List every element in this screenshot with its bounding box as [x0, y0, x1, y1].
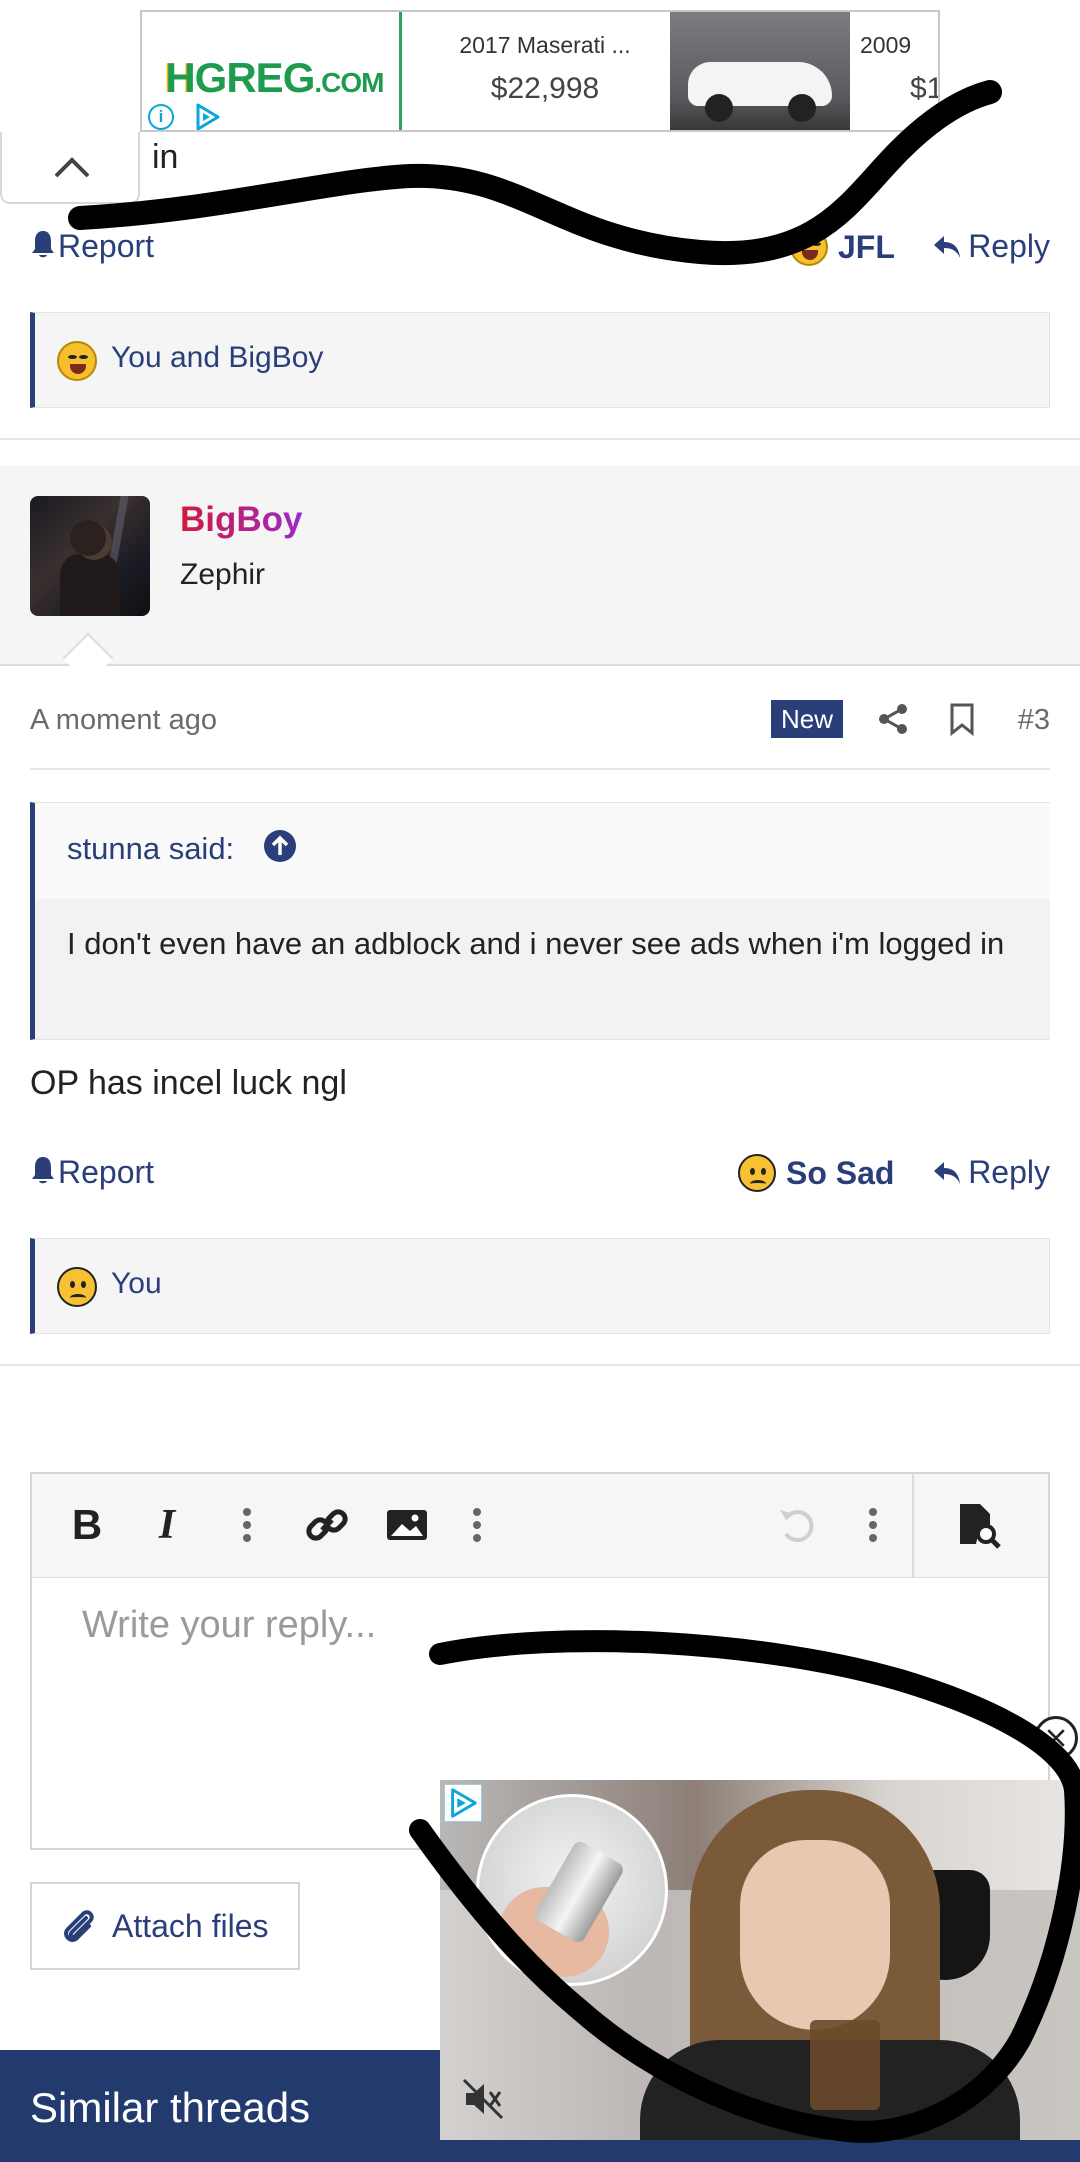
adchoices-icon[interactable]: [444, 1784, 482, 1822]
video-ad[interactable]: [440, 1780, 1080, 2140]
laughing-emoji-icon: [57, 341, 97, 381]
ad-card-title[interactable]: 2009: [860, 32, 938, 59]
sad-emoji-icon: [57, 1267, 97, 1307]
more-options-icon[interactable]: [222, 1500, 272, 1550]
post-divider: [0, 438, 1080, 440]
image-icon[interactable]: [382, 1500, 432, 1550]
link-icon[interactable]: [302, 1500, 352, 1550]
post-text-fragment: in: [152, 138, 179, 176]
reply-link[interactable]: Reply: [932, 228, 1050, 265]
report-link[interactable]: Report: [30, 1154, 154, 1191]
reply-textarea[interactable]: Write your reply...: [82, 1604, 376, 1647]
post-timestamp[interactable]: A moment ago: [30, 704, 217, 737]
ad-card-price: $1: [910, 72, 938, 105]
quote-author[interactable]: stunna said:: [67, 831, 234, 867]
post-divider: [0, 1364, 1080, 1366]
ad-car-image[interactable]: [670, 12, 850, 130]
reply-icon: [934, 1162, 961, 1184]
sad-emoji-icon: [738, 1154, 776, 1192]
post-body-text: OP has incel luck ngl: [30, 1064, 347, 1102]
attach-files-label: Attach files: [112, 1908, 269, 1944]
quote-block: stunna said: I don't even have an adbloc…: [30, 802, 1050, 1040]
reactions-summary-text: You and BigBoy: [111, 341, 324, 374]
quote-body: I don't even have an adblock and i never…: [35, 899, 1050, 1039]
username-link[interactable]: BigBoy: [180, 500, 303, 540]
video-person-face: [740, 1840, 890, 2030]
reply-link[interactable]: Reply: [932, 1154, 1050, 1191]
italic-button[interactable]: I: [142, 1500, 192, 1550]
ad-card-title: 2017 Maserati ...: [459, 32, 631, 58]
ad-logo-brand: HGREG: [165, 54, 315, 101]
ad-card[interactable]: 2017 Maserati ... $22,998: [420, 12, 670, 130]
bookmark-icon[interactable]: [948, 702, 976, 736]
reaction-label: JFL: [838, 229, 895, 265]
chevron-up-icon: [54, 157, 90, 178]
laughing-emoji-icon: [790, 228, 828, 266]
report-link[interactable]: Report: [30, 228, 154, 265]
ad-logo-panel[interactable]: HHGREG.COM: [142, 12, 402, 130]
report-label: Report: [58, 1154, 155, 1190]
bold-button[interactable]: B: [62, 1500, 112, 1550]
reactions-summary-bar[interactable]: You and BigBoy: [30, 312, 1050, 408]
attach-files-button[interactable]: Attach files: [30, 1882, 300, 1970]
undo-icon[interactable]: [772, 1500, 822, 1550]
jump-to-quote-icon[interactable]: [263, 829, 297, 863]
reaction-label: So Sad: [786, 1155, 895, 1191]
bell-icon: [32, 1157, 54, 1184]
editor-toolbar: B I: [32, 1474, 1048, 1578]
adchoices-icon[interactable]: [194, 102, 222, 132]
reply-label: Reply: [968, 228, 1050, 264]
reactions-summary-bar[interactable]: You: [30, 1238, 1050, 1334]
mute-icon[interactable]: [460, 2076, 506, 2122]
ad-card-price: $22,998: [490, 72, 600, 105]
report-label: Report: [58, 228, 155, 264]
post-number[interactable]: #3: [1018, 704, 1050, 737]
more-options-icon[interactable]: [452, 1500, 502, 1550]
avatar[interactable]: [30, 496, 150, 616]
quote-text: I don't even have an adblock and i never…: [67, 926, 1005, 961]
preview-icon[interactable]: [952, 1500, 1002, 1550]
reactions-summary-text: You: [111, 1267, 162, 1300]
more-options-icon[interactable]: [848, 1500, 898, 1550]
similar-threads-title: Similar threads: [30, 2084, 311, 2131]
video-glass: [810, 2020, 880, 2110]
car-wheel: [705, 94, 733, 122]
ad-info-icon[interactable]: i: [148, 104, 174, 130]
video-product-inset: [476, 1794, 668, 1986]
reaction-button[interactable]: JFL: [790, 228, 895, 266]
post-actions: Report So Sad Reply: [30, 1144, 1050, 1204]
car-wheel: [788, 94, 816, 122]
user-title: Zephir: [180, 558, 266, 591]
scroll-up-button[interactable]: [0, 132, 140, 204]
close-ad-icon[interactable]: [1034, 1716, 1078, 1760]
reaction-button[interactable]: So Sad: [738, 1154, 894, 1192]
bell-icon: [32, 231, 54, 258]
quote-header: stunna said:: [35, 803, 1050, 899]
top-ad-banner[interactable]: HHGREG.COM 2017 Maserati ... $22,998 200…: [140, 10, 940, 132]
share-icon[interactable]: [876, 702, 910, 736]
reply-label: Reply: [968, 1154, 1050, 1190]
ad-logo: HHGREG.COM: [164, 54, 384, 101]
reply-icon: [934, 236, 961, 258]
paperclip-icon: [64, 1910, 94, 1942]
post-actions: Report JFL Reply: [30, 218, 1050, 278]
toolbar-separator: [912, 1474, 914, 1578]
meta-divider: [30, 768, 1050, 770]
post-meta: A moment ago New #3: [30, 696, 1050, 746]
ad-logo-domain: .COM: [314, 67, 384, 98]
post-user-header: BigBoy Zephir: [0, 466, 1080, 666]
new-badge: New: [771, 700, 844, 738]
